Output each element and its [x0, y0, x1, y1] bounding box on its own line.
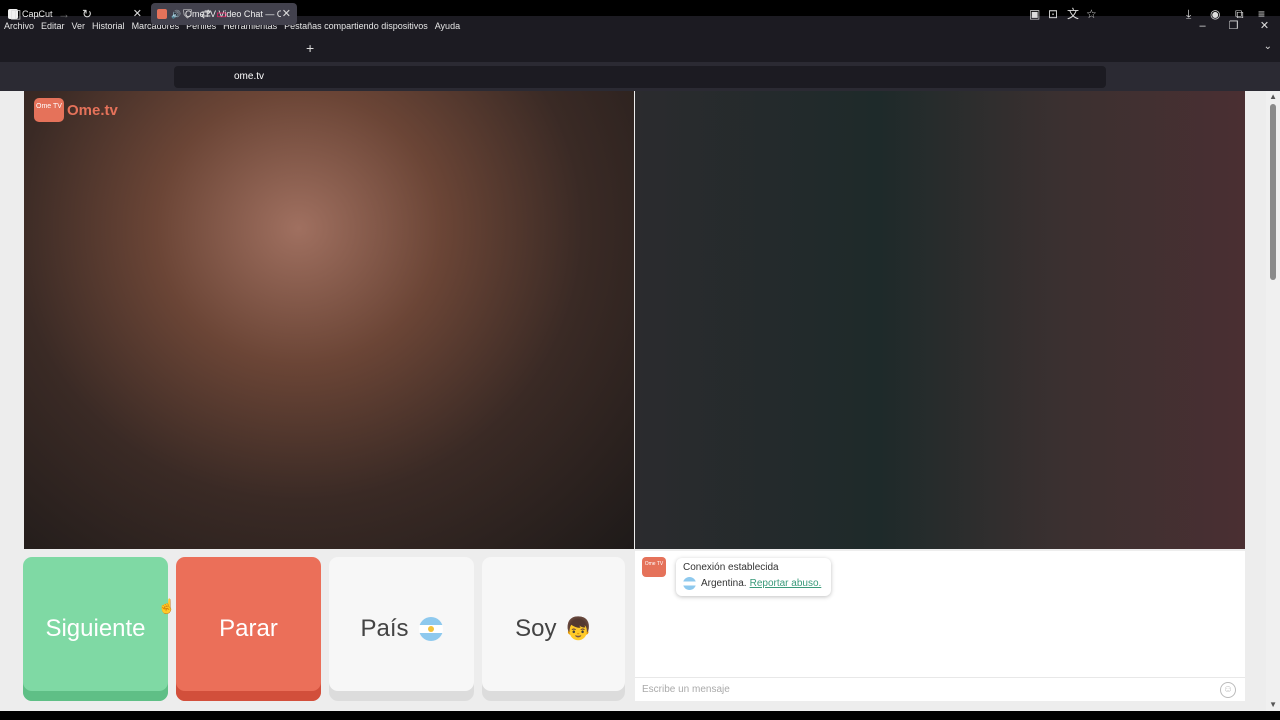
camera-sharing-icon[interactable]: ▭: [216, 7, 227, 21]
new-tab-button[interactable]: +: [306, 40, 314, 56]
forward-arrow-icon[interactable]: →: [58, 7, 70, 21]
argentina-flag-icon: [418, 617, 443, 641]
chat-ometv-logo-icon: Ome TV: [642, 557, 666, 577]
sidebar-toggle-icon[interactable]: ◫: [10, 7, 21, 21]
partner-country: Argentina.: [701, 578, 747, 589]
stop-button[interactable]: Parar: [176, 557, 321, 701]
list-tabs-chevron-down-icon[interactable]: ⌄: [1264, 41, 1272, 52]
next-button-label: Siguiente: [45, 615, 146, 642]
stop-button-label: Parar: [219, 615, 278, 642]
window-controls: – ❐ ✕: [1187, 16, 1280, 35]
argentina-flag-icon: [683, 577, 696, 590]
close-tab-icon[interactable]: ✕: [133, 7, 142, 20]
emoji-icon[interactable]: ☺: [1220, 682, 1236, 698]
account-icon[interactable]: ◉: [1210, 7, 1220, 21]
hamburger-menu-icon[interactable]: ≡: [1258, 7, 1265, 21]
scrollbar-thumb[interactable]: [1270, 104, 1276, 280]
url-text[interactable]: ome.tv: [234, 71, 264, 82]
translate-icon[interactable]: 文: [1067, 7, 1079, 21]
restore-button[interactable]: ❐: [1218, 19, 1249, 32]
connection-status: Conexión establecida: [683, 562, 779, 573]
reload-icon[interactable]: ↻: [82, 7, 92, 21]
tab-capcut[interactable]: CapCut ✕: [2, 3, 148, 25]
next-button[interactable]: Siguiente: [23, 557, 168, 701]
mouse-cursor-icon: ☝: [158, 598, 176, 614]
menu-ayuda[interactable]: Ayuda: [435, 21, 460, 31]
tab-bar: [0, 35, 1280, 62]
gender-button-label: Soy: [515, 615, 557, 642]
boy-avatar-icon: 👦: [564, 616, 592, 641]
picture-in-picture-icon[interactable]: ▣: [1029, 7, 1040, 21]
country-button-label: País: [360, 615, 409, 642]
back-arrow-icon[interactable]: ←: [34, 7, 46, 21]
screen-bottom-edge: [0, 711, 1280, 720]
scroll-down-arrow-icon[interactable]: ▼: [1269, 700, 1277, 709]
ometv-favicon-icon: [157, 9, 167, 19]
ometv-logo[interactable]: Ome TV Ome.tv: [34, 98, 118, 122]
message-placeholder[interactable]: Escribe un mensaje: [642, 684, 730, 695]
close-tab-icon[interactable]: ✕: [282, 7, 291, 20]
bookmark-star-icon[interactable]: ☆: [1086, 7, 1097, 21]
downloads-icon[interactable]: ⤓: [1186, 7, 1191, 21]
url-bar[interactable]: [174, 66, 1106, 88]
system-message: Conexión establecida Argentina. Reportar…: [676, 558, 831, 596]
permissions-icon[interactable]: ⇄: [201, 7, 211, 21]
ometv-logo-icon: Ome TV: [34, 98, 64, 122]
ometv-logo-text: Ome.tv: [67, 101, 118, 119]
scroll-up-arrow-icon[interactable]: ▲: [1269, 92, 1277, 101]
menu-pestanas-compartiendo[interactable]: Pestañas compartiendo dispositivos: [284, 21, 428, 31]
tracking-shield-icon[interactable]: ⛉: [183, 7, 192, 21]
extensions-icon[interactable]: ⧉: [1235, 7, 1244, 21]
minimize-button[interactable]: –: [1187, 20, 1218, 32]
save-page-icon[interactable]: ⊡: [1048, 7, 1058, 21]
remote-video-feed: [635, 91, 1245, 549]
tab-title: OmeTV Video Chat — Ome: [184, 9, 281, 19]
country-button[interactable]: País: [329, 557, 474, 701]
audio-playing-icon[interactable]: 🔊: [171, 10, 181, 19]
report-abuse-link[interactable]: Reportar abuso.: [750, 578, 822, 589]
gender-button[interactable]: Soy 👦: [482, 557, 625, 701]
local-video-feed: [24, 91, 634, 549]
